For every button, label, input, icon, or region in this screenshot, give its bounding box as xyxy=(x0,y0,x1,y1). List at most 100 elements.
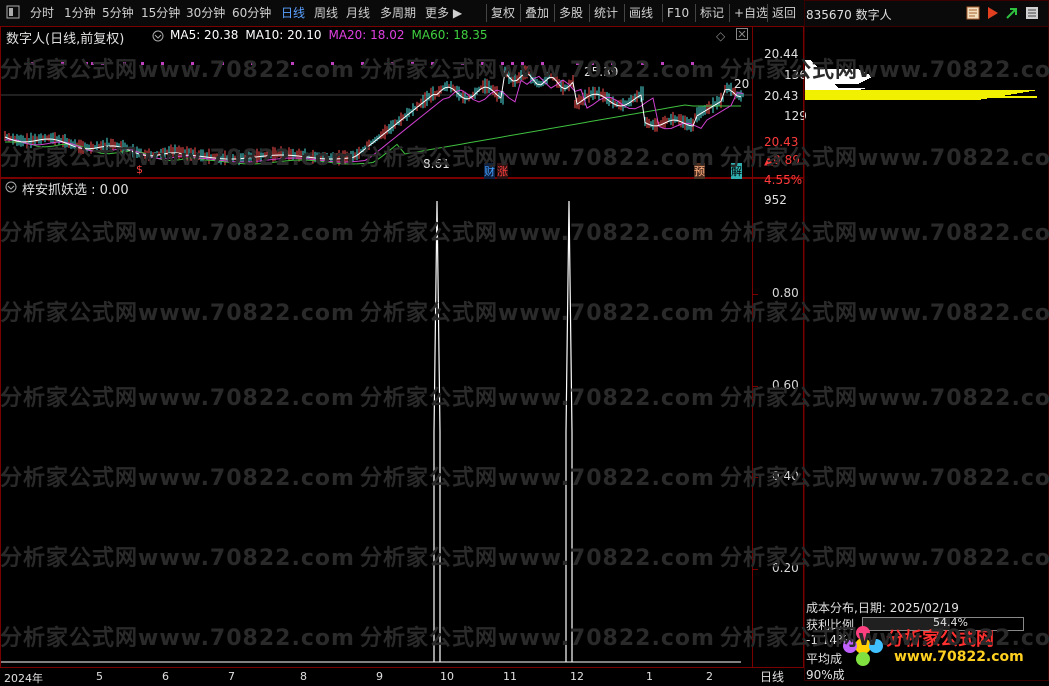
ma20-line xyxy=(5,75,744,163)
settings-icon[interactable] xyxy=(1025,6,1039,23)
price-axis-label: 952 xyxy=(764,193,787,207)
price-chart[interactable] xyxy=(1,44,752,177)
cost-bar xyxy=(805,76,873,77)
toolbar-button-3[interactable]: 统计 xyxy=(594,5,618,21)
signal-dot xyxy=(521,62,524,65)
document-icon[interactable] xyxy=(966,6,980,23)
indicator-chart[interactable] xyxy=(1,196,752,666)
cost-bar xyxy=(805,87,838,88)
axis-tick-mark xyxy=(752,477,758,478)
event-forecast[interactable]: 预 xyxy=(694,163,705,179)
indicator-menu-icon[interactable] xyxy=(5,181,17,196)
period-tab-5[interactable]: 60分钟 xyxy=(232,5,271,21)
signal-dot xyxy=(411,62,414,65)
ma-legend: MA5: 20.38 MA10: 20.10 MA20: 18.02 MA60: 18… xyxy=(170,28,495,42)
date-axis-label: 8 xyxy=(300,670,307,683)
cost-bar xyxy=(805,82,861,83)
cost-bar xyxy=(805,84,835,85)
date-axis-label: 2024年 xyxy=(4,672,43,685)
period-tab-4[interactable]: 30分钟 xyxy=(186,5,225,21)
signal-dot xyxy=(31,62,34,65)
cost-bar xyxy=(805,75,871,76)
axis-tick-mark xyxy=(752,294,758,295)
toolbar-button-6[interactable]: 标记 xyxy=(700,5,724,21)
low-price-label: 8.61 xyxy=(423,157,450,171)
signal-dot xyxy=(123,62,126,65)
stock-code-name: 835670 数字人 xyxy=(806,8,892,22)
signal-dot xyxy=(85,62,88,65)
period-tab-9[interactable]: 多周期 xyxy=(380,5,416,21)
cost-bar xyxy=(805,77,871,78)
toolbar-button-0[interactable]: 复权 xyxy=(491,5,515,21)
signal-dot xyxy=(61,62,64,65)
signal-dot xyxy=(511,62,514,65)
chart-menu-icon[interactable] xyxy=(152,30,164,45)
cost-bar xyxy=(805,72,865,73)
logo-url: www.70822.com xyxy=(894,649,1024,665)
period-tab-2[interactable]: 5分钟 xyxy=(102,5,134,21)
play-icon[interactable] xyxy=(986,6,1000,23)
cost-bar xyxy=(805,62,813,63)
toolbar-button-1[interactable]: 叠加 xyxy=(525,5,549,21)
toolbar-separator xyxy=(486,4,487,22)
signal-spike xyxy=(565,200,573,662)
indicator-tick: 0.60 xyxy=(772,378,799,392)
signal-dot xyxy=(221,62,224,65)
cost-bar xyxy=(805,80,865,81)
toolbar-button-4[interactable]: 画线 xyxy=(629,5,653,21)
period-tab-1[interactable]: 1分钟 xyxy=(64,5,96,21)
ma-label-2: MA20: 18.02 xyxy=(328,28,405,42)
cost-bar xyxy=(805,65,816,66)
high-price-label: 25.39 xyxy=(584,65,619,79)
event-limitup[interactable]: 涨 xyxy=(497,163,508,179)
toolbar-button-2[interactable]: 多股 xyxy=(559,5,583,21)
cost-bar xyxy=(805,81,863,82)
cost-bar xyxy=(805,99,981,100)
cost-bar xyxy=(805,89,861,90)
cost-bar xyxy=(805,64,815,65)
signal-dot xyxy=(501,62,504,65)
period-tab-10[interactable]: 更多 ▶ xyxy=(425,5,462,21)
toolbar-separator xyxy=(520,4,521,22)
signal-dot xyxy=(461,62,464,65)
signal-dot xyxy=(101,62,104,65)
period-tab-0[interactable]: 分时 xyxy=(30,5,54,21)
price-axis-label: 4.55% xyxy=(764,173,803,187)
signal-dot xyxy=(161,62,164,65)
date-axis-label: 1 xyxy=(646,670,653,683)
toolbar-button-5[interactable]: F10 xyxy=(667,5,689,21)
toolbar-separator xyxy=(695,4,696,22)
period-tab-7[interactable]: 周线 xyxy=(314,5,338,21)
signal-dot xyxy=(361,62,364,65)
period-tab-3[interactable]: 15分钟 xyxy=(141,5,180,21)
toolbar-button-7[interactable]: +自选 xyxy=(734,5,768,21)
axis-tick-mark xyxy=(752,386,758,387)
cost-bar xyxy=(805,90,1035,91)
signal-dot xyxy=(391,62,394,65)
toolbar-separator xyxy=(554,4,555,22)
date-axis-label: 5 xyxy=(96,670,103,683)
signal-dot xyxy=(331,62,334,65)
toolbar-separator xyxy=(767,4,768,22)
toolbar-button-8[interactable]: 返回 xyxy=(772,5,796,21)
event-unlock[interactable]: 解 xyxy=(731,163,742,179)
event-financial[interactable]: 财 xyxy=(484,163,495,179)
period-tab-6[interactable]: 日线 xyxy=(281,5,305,21)
ma-label-0: MA5: 20.38 xyxy=(170,28,239,42)
period-tag[interactable]: 日线 xyxy=(760,668,784,685)
close-icon[interactable] xyxy=(736,28,748,43)
toggle-panel-icon[interactable] xyxy=(6,5,20,21)
signal-dot xyxy=(141,62,144,65)
cost-bar xyxy=(805,94,1011,95)
date-axis-label: 12 xyxy=(570,670,584,683)
event-dividend[interactable]: $ xyxy=(136,163,143,176)
date-axis-label: 2 xyxy=(706,670,713,683)
arrow-icon[interactable] xyxy=(1005,6,1019,23)
watermark-logo: 分析家公式网 www.70822.com xyxy=(840,623,1040,671)
period-tab-8[interactable]: 月线 xyxy=(346,5,370,21)
signal-dot xyxy=(661,62,664,65)
diamond-icon[interactable]: ◇ xyxy=(716,29,725,43)
signal-dot xyxy=(541,62,544,65)
cost-bar xyxy=(805,67,818,68)
toolbar-separator xyxy=(624,4,625,22)
